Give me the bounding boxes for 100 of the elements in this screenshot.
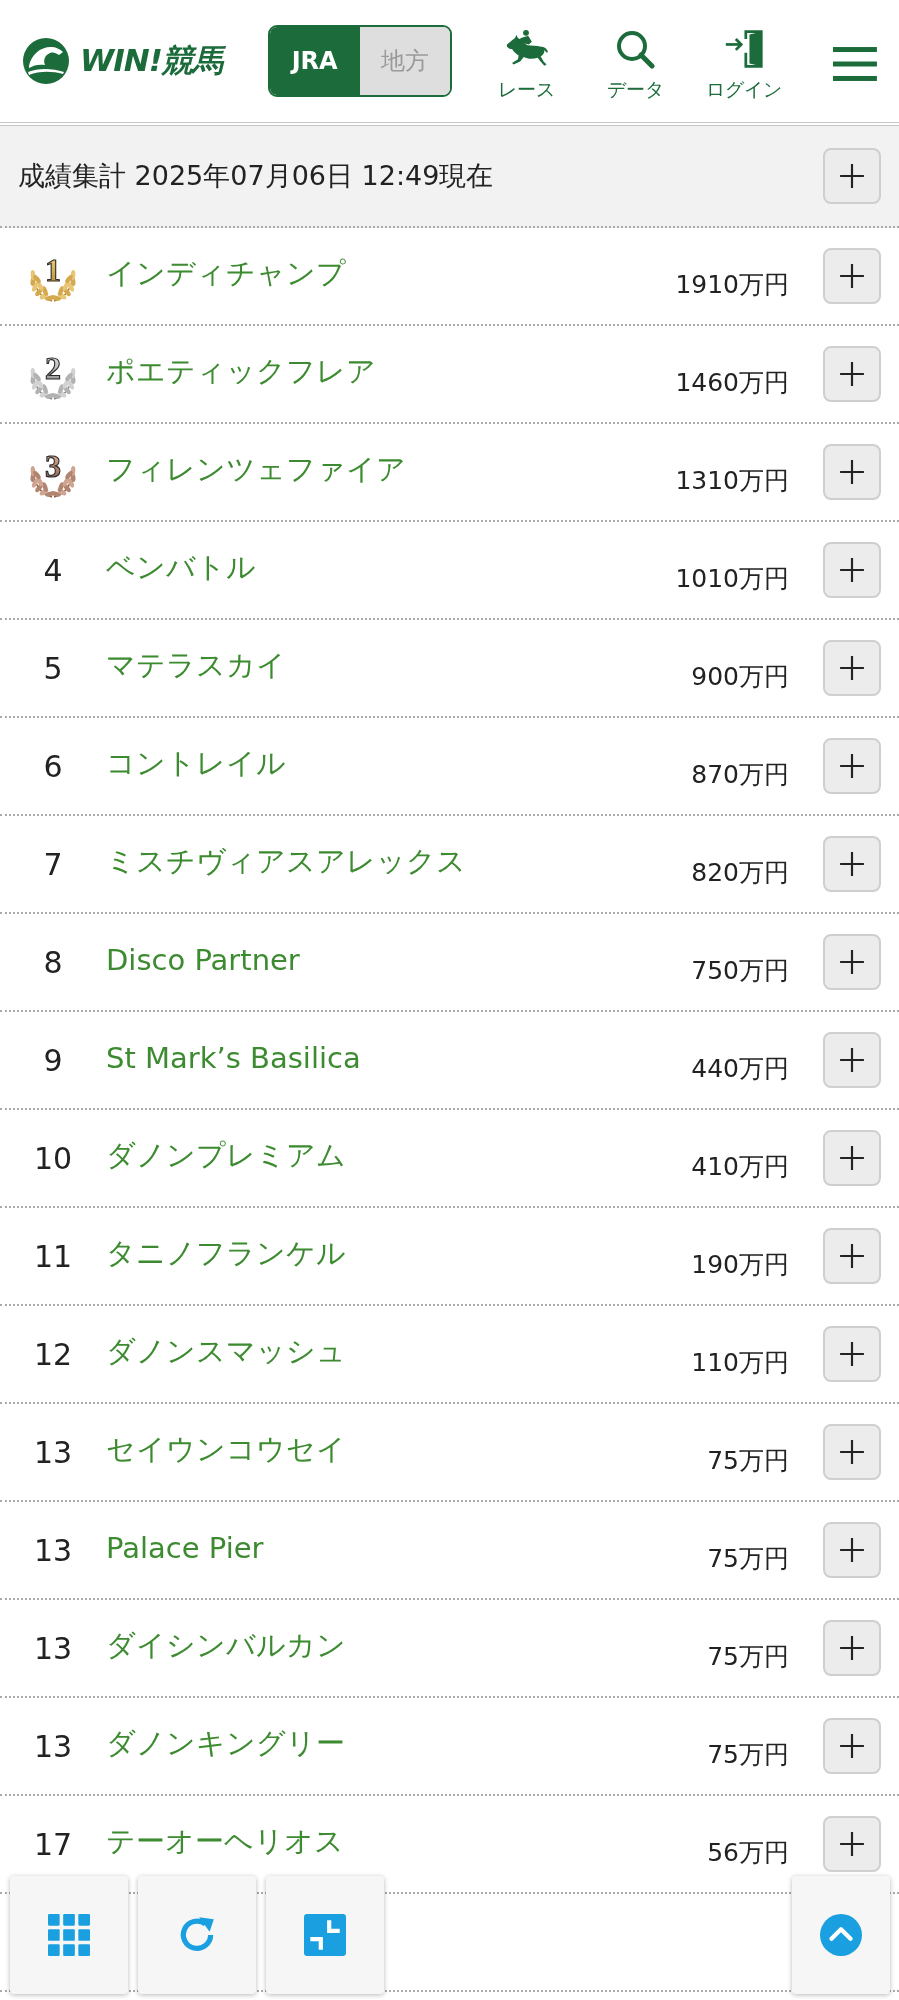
horse-name-link[interactable]: マテラスカイ — [106, 646, 692, 690]
plus-icon — [839, 1831, 865, 1857]
horse-name-link[interactable]: St Mark’s Basilica — [106, 1041, 692, 1079]
rank-number: 13 — [33, 1630, 73, 1666]
plus-icon — [839, 1439, 865, 1465]
plus-icon — [839, 753, 865, 779]
rank-number: 7 — [43, 846, 63, 882]
prize-money: 1010万円 — [675, 562, 789, 595]
prize-money: 190万円 — [691, 1248, 789, 1281]
horse-name-link[interactable]: セイウンコウセイ — [106, 1430, 708, 1474]
expand-button[interactable] — [823, 934, 881, 990]
horse-name-link[interactable]: ダイシンバルカン — [106, 1626, 708, 1670]
horse-name-link[interactable]: ベンバトル — [106, 548, 676, 592]
plus-icon — [839, 1047, 865, 1073]
grid-icon — [48, 1914, 90, 1956]
rank-number: 12 — [33, 1336, 73, 1372]
grid-button[interactable] — [10, 1876, 128, 1994]
expand-button[interactable] — [823, 1032, 881, 1088]
plus-icon — [839, 1635, 865, 1661]
rank-number: 13 — [33, 1434, 73, 1470]
horse-name-link[interactable]: ポエティックフレア — [106, 352, 676, 396]
horse-name-link[interactable]: Disco Partner — [106, 943, 692, 981]
horse-name-link[interactable]: タニノフランケル — [106, 1234, 692, 1278]
rank-number: 9 — [43, 1042, 63, 1078]
collapse-button[interactable] — [266, 1876, 384, 1994]
prize-money: 440万円 — [691, 1052, 789, 1085]
plus-icon — [839, 851, 865, 877]
horse-name-link[interactable]: インディチャンプ — [106, 254, 676, 298]
prize-money: 1910万円 — [675, 268, 789, 301]
prize-money: 75万円 — [707, 1640, 789, 1673]
rank-number: 4 — [43, 552, 63, 588]
nav-link[interactable]: ログイン — [692, 19, 797, 103]
menu-icon[interactable] — [833, 47, 877, 81]
rank-number: 2 — [45, 350, 61, 386]
rank-number: 11 — [33, 1238, 73, 1274]
rank-number: 13 — [33, 1728, 73, 1764]
prize-money: 900万円 — [691, 660, 789, 693]
summary-title: 成績集計 2025年07月06日 12:49現在 — [18, 159, 495, 193]
horse-name-link[interactable]: ダノンプレミアム — [106, 1136, 692, 1180]
prize-money: 870万円 — [691, 758, 789, 791]
plus-icon — [839, 1145, 865, 1171]
plus-icon — [839, 263, 865, 289]
expand-button[interactable] — [823, 738, 881, 794]
horse-name-link[interactable]: ダノンキングリー — [106, 1724, 708, 1768]
plus-icon — [839, 1733, 865, 1759]
rank-number: 3 — [45, 448, 61, 484]
prize-money: 56万円 — [707, 1836, 789, 1869]
rank-number: 6 — [43, 748, 63, 784]
plus-icon — [839, 163, 865, 189]
expand-button[interactable] — [823, 1718, 881, 1774]
horse-name-link[interactable]: ミスチヴィアスアレックス — [106, 842, 692, 886]
plus-icon — [839, 459, 865, 485]
expand-button[interactable] — [823, 1620, 881, 1676]
prize-money: 110万円 — [691, 1346, 789, 1379]
nav-link[interactable]: データ — [583, 19, 688, 103]
expand-button[interactable] — [823, 640, 881, 696]
prize-money: 75万円 — [707, 1444, 789, 1477]
prize-money: 1460万円 — [675, 366, 789, 399]
rank-number: 10 — [33, 1140, 73, 1176]
expand-button[interactable] — [823, 1522, 881, 1578]
expand-button[interactable] — [823, 148, 881, 204]
rank-number: 1 — [45, 252, 61, 288]
expand-button[interactable] — [823, 1326, 881, 1382]
plus-icon — [839, 1537, 865, 1563]
plus-icon — [839, 361, 865, 387]
plus-icon — [839, 655, 865, 681]
expand-button[interactable] — [823, 346, 881, 402]
horse-rider-icon — [504, 29, 549, 69]
logo-icon — [22, 37, 70, 85]
horse-name-link[interactable]: コントレイル — [106, 744, 692, 788]
plus-icon — [839, 1341, 865, 1367]
expand-button[interactable] — [823, 542, 881, 598]
horse-name-link[interactable]: フィレンツェファイア — [106, 450, 676, 494]
prize-money: 75万円 — [707, 1542, 789, 1575]
expand-button[interactable] — [823, 248, 881, 304]
expand-button[interactable] — [823, 1816, 881, 1872]
expand-button[interactable] — [823, 836, 881, 892]
plus-icon — [839, 949, 865, 975]
rank-number: 17 — [33, 1826, 73, 1862]
expand-button[interactable] — [823, 1424, 881, 1480]
expand-button[interactable] — [823, 444, 881, 500]
rank-number: 8 — [43, 944, 63, 980]
prize-money: 410万円 — [691, 1150, 789, 1183]
prize-money: 750万円 — [691, 954, 789, 987]
rank-number: 5 — [43, 650, 63, 686]
plus-icon — [839, 1243, 865, 1269]
refresh-button[interactable] — [138, 1876, 256, 1994]
horse-name-link[interactable]: テーオーヘリオス — [106, 1822, 708, 1866]
horse-name-link[interactable]: Palace Pier — [106, 1531, 708, 1569]
expand-button[interactable] — [823, 1228, 881, 1284]
prize-money: 75万円 — [707, 1738, 789, 1771]
prize-money: 820万円 — [691, 856, 789, 889]
rank-number: 13 — [33, 1532, 73, 1568]
collapse-icon — [304, 1914, 346, 1956]
plus-icon — [839, 557, 865, 583]
source-tab[interactable]: JRA — [269, 27, 360, 95]
expand-button[interactable] — [823, 1130, 881, 1186]
nav-link[interactable]: レース — [474, 19, 579, 103]
horse-name-link[interactable]: ダノンスマッシュ — [106, 1332, 692, 1376]
chevron-up-icon — [820, 1914, 862, 1956]
